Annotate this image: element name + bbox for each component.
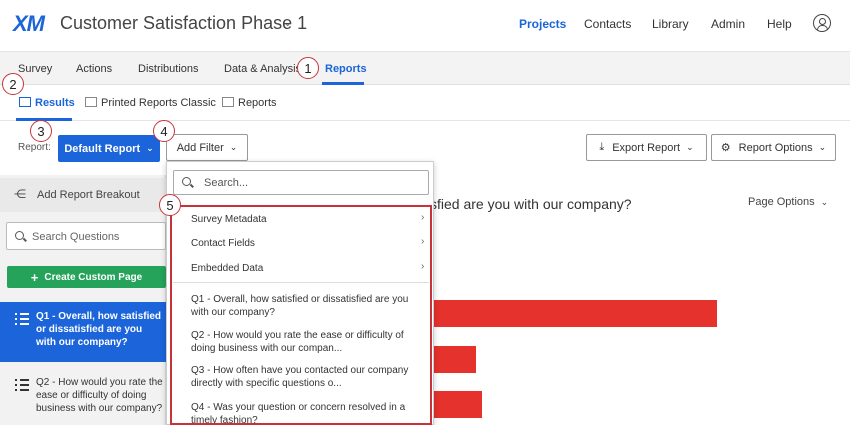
plus-icon: + <box>30 269 39 285</box>
highlight-box <box>170 205 432 425</box>
page-options-menu[interactable]: Page Options ⌄ <box>748 196 828 208</box>
add-filter-button[interactable]: Add Filter ⌄ <box>166 134 248 161</box>
question-title: sfied are you with our company? <box>430 196 632 212</box>
create-page-label: Create Custom Page <box>44 271 143 283</box>
question-item-q1[interactable]: Q1 - Overall, how satisfied or dissatisf… <box>0 302 166 362</box>
chevron-down-icon: ⌄ <box>146 143 154 153</box>
subtab-results-label: Results <box>35 97 75 109</box>
nav-projects[interactable]: Projects <box>519 17 566 31</box>
tab-data-analysis[interactable]: Data & Analysis <box>224 63 301 75</box>
search-icon <box>15 231 24 240</box>
report-options-label: Report Options <box>738 141 813 154</box>
tab-survey[interactable]: Survey <box>18 63 52 75</box>
search-questions-placeholder: Search Questions <box>32 231 120 243</box>
default-report-button[interactable]: Default Report ⌄ <box>58 135 160 162</box>
user-account-icon[interactable] <box>813 14 831 32</box>
filter-search-placeholder: Search... <box>204 177 249 189</box>
breakout-label: Add Report Breakout <box>37 189 140 201</box>
project-title[interactable]: Customer Satisfaction Phase 1 <box>60 13 307 34</box>
nav-help[interactable]: Help <box>767 17 792 31</box>
add-filter-label: Add Filter <box>176 141 224 154</box>
chevron-down-icon[interactable]: ⌄ <box>283 16 292 29</box>
default-report-label: Default Report <box>64 142 141 155</box>
question-q1-text: Q1 - Overall, how satisfied or dissatisf… <box>36 311 162 348</box>
subtab-printed-label: Printed Reports Classic <box>101 97 216 109</box>
chevron-down-icon: ⌄ <box>820 197 829 207</box>
breakout-icon: ⋲ <box>14 187 26 201</box>
nav-contacts[interactable]: Contacts <box>584 17 631 31</box>
tab-distributions[interactable]: Distributions <box>138 63 199 75</box>
tab-actions[interactable]: Actions <box>76 63 112 75</box>
list-icon <box>15 312 29 326</box>
search-icon <box>182 177 191 186</box>
report-options-button[interactable]: ⚙ Report Options ⌄ <box>711 134 836 161</box>
callout-2: 2 <box>2 73 24 95</box>
subtab-reports-label: Reports <box>238 97 277 109</box>
chevron-down-icon: ⌄ <box>229 142 238 152</box>
question-q2-text: Q2 - How would you rate the ease or diff… <box>36 377 163 414</box>
list-icon <box>15 378 29 392</box>
question-item-q2[interactable]: Q2 - How would you rate the ease or diff… <box>0 368 166 425</box>
subtab-reports[interactable]: Reports <box>222 97 277 109</box>
gear-icon: ⚙ <box>720 142 731 154</box>
search-questions-input[interactable]: Search Questions <box>6 222 166 250</box>
subtab-results[interactable]: Results <box>19 97 75 109</box>
result-bar <box>420 300 717 327</box>
export-report-button[interactable]: ⤓ Export Report ⌄ <box>586 134 707 161</box>
callout-3: 3 <box>30 120 52 142</box>
callout-1: 1 <box>297 57 319 79</box>
chevron-down-icon: ⌄ <box>818 142 827 152</box>
reports-subtabs: Results Printed Reports Classic Reports <box>0 85 850 121</box>
nav-library[interactable]: Library <box>652 17 689 31</box>
download-icon: ⤓ <box>599 141 605 153</box>
callout-4: 4 <box>153 120 175 142</box>
xm-logo[interactable]: XM <box>13 11 45 37</box>
printed-report-icon <box>85 97 97 107</box>
filter-search-input[interactable]: Search... <box>173 170 429 195</box>
nav-admin[interactable]: Admin <box>711 17 745 31</box>
add-report-breakout[interactable]: ⋲ Add Report Breakout <box>0 178 166 212</box>
bar-chart-icon <box>222 97 234 107</box>
export-report-label: Export Report <box>612 141 681 154</box>
project-tabs: Survey Actions Distributions Data & Anal… <box>0 52 850 85</box>
callout-5: 5 <box>159 194 181 216</box>
top-bar: XM Customer Satisfaction Phase 1 ⌄ Proje… <box>0 0 850 52</box>
chevron-down-icon: ⌄ <box>686 142 694 152</box>
create-custom-page-button[interactable]: + Create Custom Page <box>7 266 166 288</box>
report-label: Report: <box>18 142 51 153</box>
results-icon <box>19 97 31 107</box>
page-options-label: Page Options <box>748 196 815 208</box>
subtab-printed-reports[interactable]: Printed Reports Classic <box>85 97 216 109</box>
tab-reports[interactable]: Reports <box>325 63 367 75</box>
